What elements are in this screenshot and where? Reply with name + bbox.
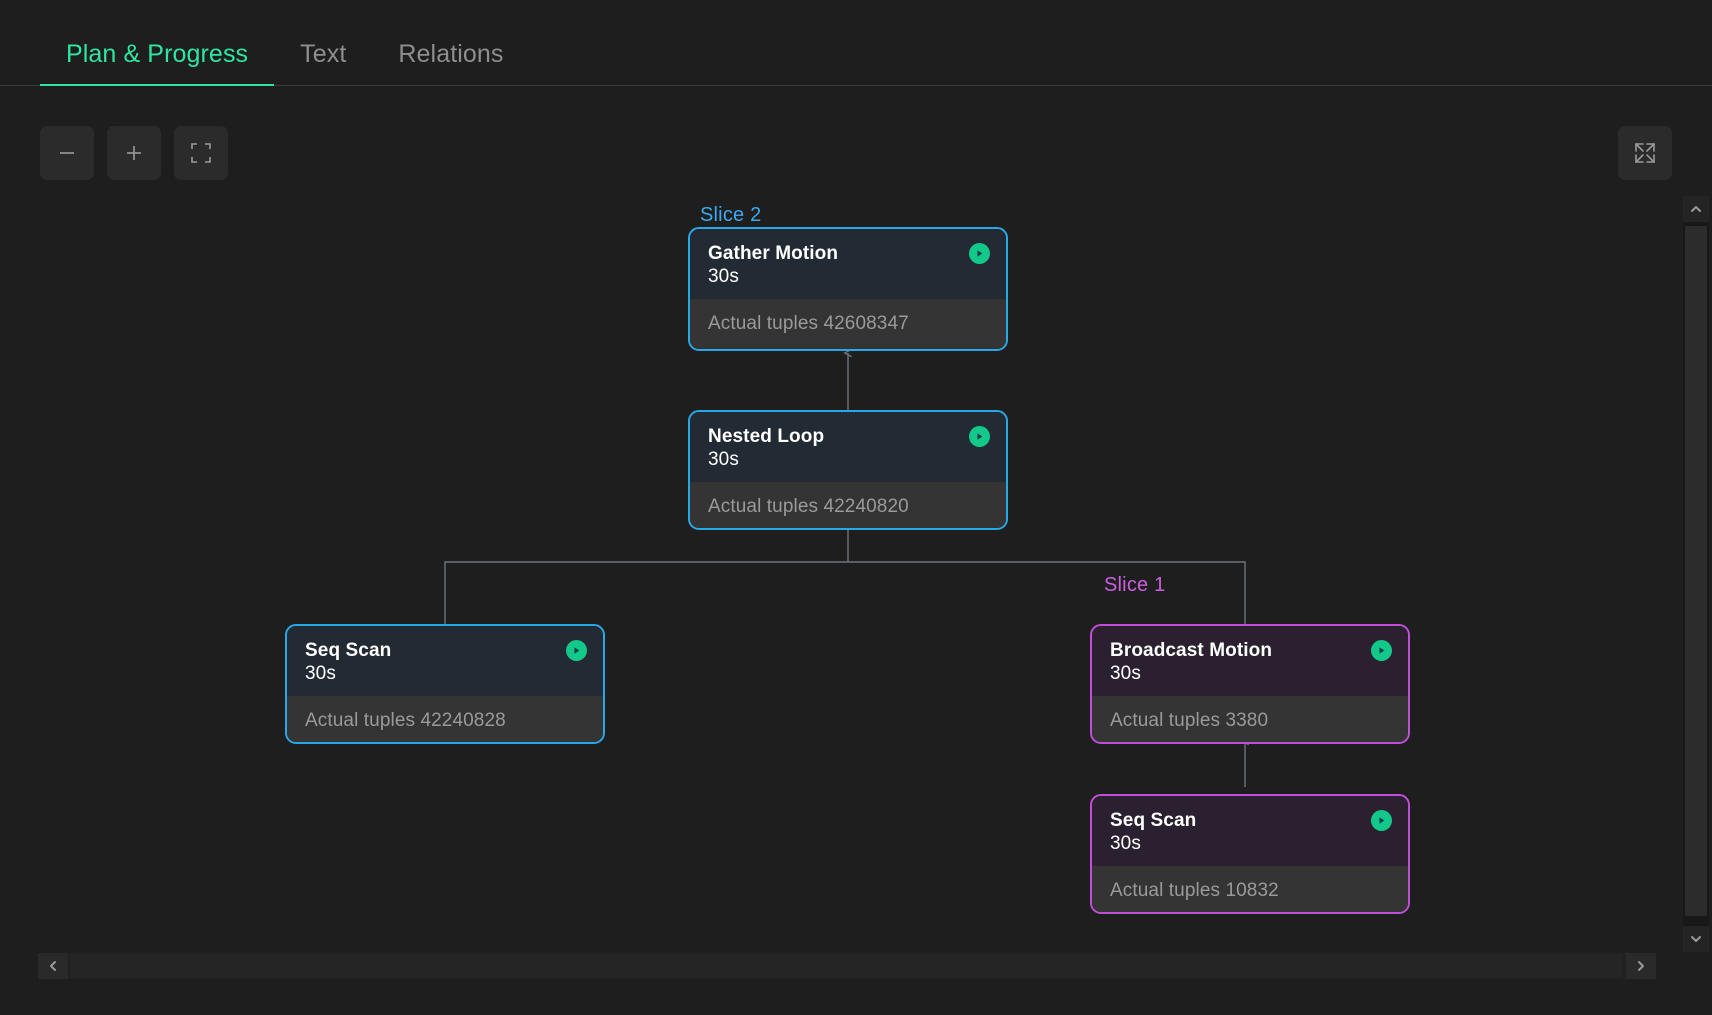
node-metric: Actual tuples 42608347 [708, 313, 909, 335]
plan-node-broadcast-motion[interactable]: Broadcast Motion 30s Actual tuples 3380 [1090, 624, 1410, 744]
node-time: 30s [708, 448, 988, 472]
node-time: 30s [708, 265, 988, 289]
node-metric: Actual tuples 42240820 [708, 496, 909, 518]
plan-graph-inner: Slice 2 Gather Motion 30s Actual tuples … [0, 196, 1652, 952]
zoom-toolbar [40, 126, 228, 180]
expand-arrows-icon [1632, 140, 1658, 166]
crop-frame-icon [189, 141, 213, 165]
query-plan-visualizer: Plan & Progress Text Relations [0, 0, 1712, 1015]
node-header: Gather Motion 30s [690, 229, 1006, 299]
tab-relations[interactable]: Relations [372, 40, 529, 85]
chevron-right-icon [1634, 959, 1648, 973]
chevron-up-icon [1689, 202, 1703, 216]
vertical-scrollbar[interactable] [1683, 196, 1709, 952]
scroll-left-button[interactable] [38, 953, 68, 979]
zoom-out-button[interactable] [40, 126, 94, 180]
plan-graph-canvas[interactable]: Slice 2 Gather Motion 30s Actual tuples … [0, 196, 1652, 952]
scroll-down-button[interactable] [1683, 926, 1709, 952]
play-button[interactable] [566, 640, 587, 661]
node-time: 30s [1110, 662, 1390, 686]
horizontal-scroll-thumb[interactable] [70, 954, 1622, 978]
node-header: Broadcast Motion 30s [1092, 626, 1408, 696]
chevron-down-icon [1689, 932, 1703, 946]
node-header: Seq Scan 30s [1092, 796, 1408, 866]
plan-node-nested-loop[interactable]: Nested Loop 30s Actual tuples 42240820 [688, 410, 1008, 530]
play-button[interactable] [1371, 810, 1392, 831]
chevron-left-icon [46, 959, 60, 973]
node-time: 30s [1110, 832, 1390, 856]
node-title: Broadcast Motion [1110, 640, 1390, 662]
node-metric: Actual tuples 3380 [1110, 710, 1268, 732]
node-title: Gather Motion [708, 243, 988, 265]
node-footer: Actual tuples 3380 [1092, 696, 1408, 744]
scroll-right-button[interactable] [1626, 953, 1656, 979]
node-time: 30s [305, 662, 585, 686]
node-footer: Actual tuples 42608347 [690, 299, 1006, 349]
minus-icon [57, 143, 77, 163]
node-metric: Actual tuples 10832 [1110, 880, 1279, 902]
node-title: Seq Scan [1110, 810, 1390, 832]
play-icon [571, 645, 582, 656]
play-icon [974, 431, 985, 442]
node-header: Nested Loop 30s [690, 412, 1006, 482]
node-title: Seq Scan [305, 640, 585, 662]
node-metric: Actual tuples 42240828 [305, 710, 506, 732]
play-icon [1376, 645, 1387, 656]
play-icon [1376, 815, 1387, 826]
plan-node-seq-scan-left[interactable]: Seq Scan 30s Actual tuples 42240828 [285, 624, 605, 744]
play-button[interactable] [969, 243, 990, 264]
tab-text[interactable]: Text [274, 40, 372, 85]
scroll-up-button[interactable] [1683, 196, 1709, 222]
play-button[interactable] [1371, 640, 1392, 661]
node-header: Seq Scan 30s [287, 626, 603, 696]
horizontal-scrollbar[interactable] [38, 953, 1656, 979]
node-title: Nested Loop [708, 426, 988, 448]
plus-icon [124, 143, 144, 163]
tab-plan-and-progress[interactable]: Plan & Progress [40, 40, 274, 85]
plan-node-gather-motion[interactable]: Gather Motion 30s Actual tuples 42608347 [688, 227, 1008, 351]
node-footer: Actual tuples 42240820 [690, 482, 1006, 530]
plan-node-seq-scan-right[interactable]: Seq Scan 30s Actual tuples 10832 [1090, 794, 1410, 914]
fit-to-screen-button[interactable] [174, 126, 228, 180]
fullscreen-button[interactable] [1618, 126, 1672, 180]
slice-label-slice-2: Slice 2 [700, 204, 761, 227]
node-footer: Actual tuples 42240828 [287, 696, 603, 744]
tab-bar: Plan & Progress Text Relations [0, 0, 1712, 86]
play-button[interactable] [969, 426, 990, 447]
zoom-in-button[interactable] [107, 126, 161, 180]
node-footer: Actual tuples 10832 [1092, 866, 1408, 914]
slice-label-slice-1: Slice 1 [1104, 574, 1165, 597]
vertical-scroll-thumb[interactable] [1685, 226, 1707, 916]
play-icon [974, 248, 985, 259]
